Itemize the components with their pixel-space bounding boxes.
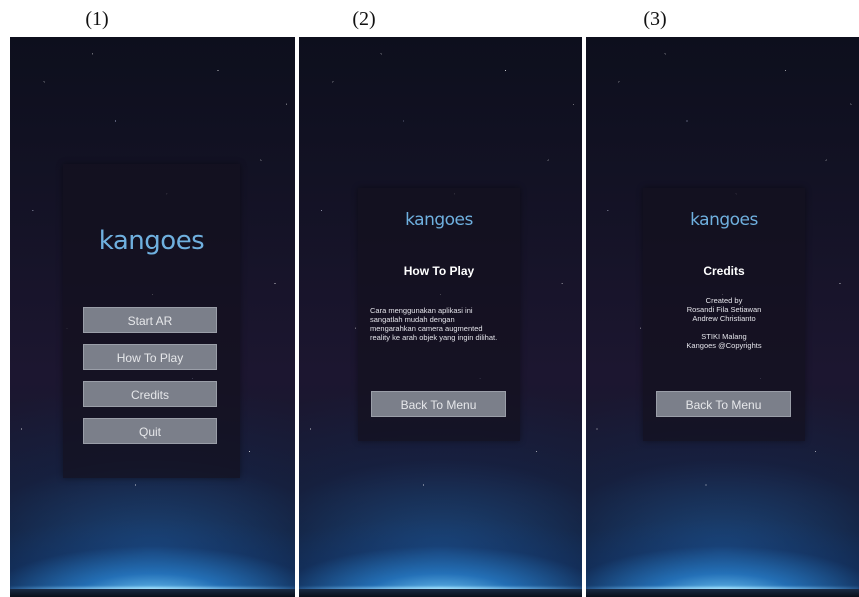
how-to-play-button[interactable]: How To Play — [83, 344, 217, 370]
kangoes-logo: kangoes — [690, 210, 758, 230]
figure-label-2: (2) — [352, 8, 376, 30]
credit-line: Rosandi Fila Setiawan — [686, 305, 762, 314]
ground-strip — [586, 589, 859, 597]
back-to-menu-button[interactable]: Back To Menu — [656, 391, 791, 417]
kangoes-logo: kangoes — [405, 210, 473, 230]
credits-panel: kangoes Credits Created by Rosandi Fila … — [643, 188, 805, 441]
how-to-play-title: How To Play — [403, 264, 475, 278]
credit-line-spacer — [643, 323, 805, 332]
how-to-play-instructions: Cara menggunakan aplikasi ini sangatlah … — [370, 306, 518, 342]
credits-screen: kangoes Credits Created by Rosandi Fila … — [586, 37, 859, 597]
ground-strip — [299, 589, 582, 597]
credit-line: Created by — [705, 296, 743, 305]
instruction-line: reality ke arah objek yang ingin dilihat… — [370, 333, 498, 342]
credit-line: Kangoes @Copyrights — [686, 341, 762, 350]
instruction-line: mengarahkan camera augmented — [370, 324, 483, 333]
start-ar-button[interactable]: Start AR — [83, 307, 217, 333]
main-menu-screen: kangoes Start AR How To Play Credits Qui… — [10, 37, 295, 597]
instruction-line: Cara menggunakan aplikasi ini — [370, 306, 473, 315]
back-to-menu-button[interactable]: Back To Menu — [371, 391, 506, 417]
credits-text: Created by Rosandi Fila Setiawan Andrew … — [643, 296, 805, 350]
credits-title: Credits — [703, 264, 745, 278]
kangoes-logo: kangoes — [98, 226, 205, 256]
ground-strip — [10, 589, 295, 597]
how-to-play-screen: kangoes How To Play Cara menggunakan apl… — [299, 37, 582, 597]
main-menu-panel: kangoes Start AR How To Play Credits Qui… — [63, 164, 240, 478]
quit-button[interactable]: Quit — [83, 418, 217, 444]
credit-line: STIKI Malang — [701, 332, 747, 341]
figure-label-1: (1) — [85, 8, 109, 30]
how-to-play-panel: kangoes How To Play Cara menggunakan apl… — [358, 188, 520, 441]
instruction-line: sangatlah mudah dengan — [370, 315, 455, 324]
credit-line: Andrew Christianto — [692, 314, 756, 323]
credits-button[interactable]: Credits — [83, 381, 217, 407]
figure-label-3: (3) — [643, 8, 667, 30]
